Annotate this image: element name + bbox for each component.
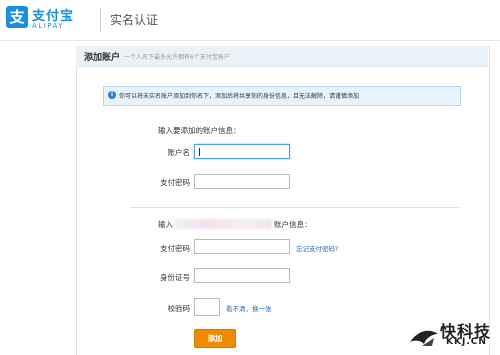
panel-note: 一个人名下最多允许拥有6个支付宝账户 — [124, 54, 230, 61]
section1-password-label: 支付密码 — [160, 178, 190, 187]
logo-text-en[interactable]: ALIPAY — [32, 22, 64, 30]
top-bar — [0, 0, 500, 41]
account-name-input[interactable] — [194, 144, 290, 159]
forgot-password-link[interactable]: 忘记支付密码? — [296, 243, 338, 253]
info-icon: i — [108, 91, 116, 99]
text-caret — [199, 148, 200, 156]
captcha-label: 校验码 — [167, 304, 191, 313]
page-title: 实名认证 — [110, 13, 159, 27]
refresh-captcha-link[interactable]: 看不清，换一张 — [226, 303, 272, 313]
panel-title: 添加账户 — [84, 53, 121, 63]
section-divider — [130, 207, 460, 208]
section2-heading-end: 账户信息： — [274, 220, 312, 229]
add-button[interactable]: 添加 — [194, 329, 236, 348]
section2-password-input[interactable] — [194, 239, 290, 254]
section2-heading-start: 输入 — [158, 220, 173, 229]
notice-text: 你可以将未实名账户添加到你名下，添加后将共享你的身份信息，且无法解除，请谨慎添加 — [119, 93, 360, 100]
redacted-account-name — [174, 219, 272, 229]
captcha-input[interactable] — [194, 298, 220, 316]
header-divider — [100, 8, 101, 32]
section2-password-label: 支付密码 — [160, 244, 190, 253]
section1-heading: 输入要添加的账户信息： — [158, 126, 241, 135]
id-number-input[interactable] — [194, 268, 290, 283]
account-name-label: 账户名 — [167, 148, 191, 157]
id-number-label: 身份证号 — [160, 273, 190, 282]
section1-password-input[interactable] — [194, 174, 290, 189]
alipay-logo-icon[interactable]: 支 — [6, 6, 28, 28]
watermark-en: KKJ.CN — [446, 337, 487, 347]
